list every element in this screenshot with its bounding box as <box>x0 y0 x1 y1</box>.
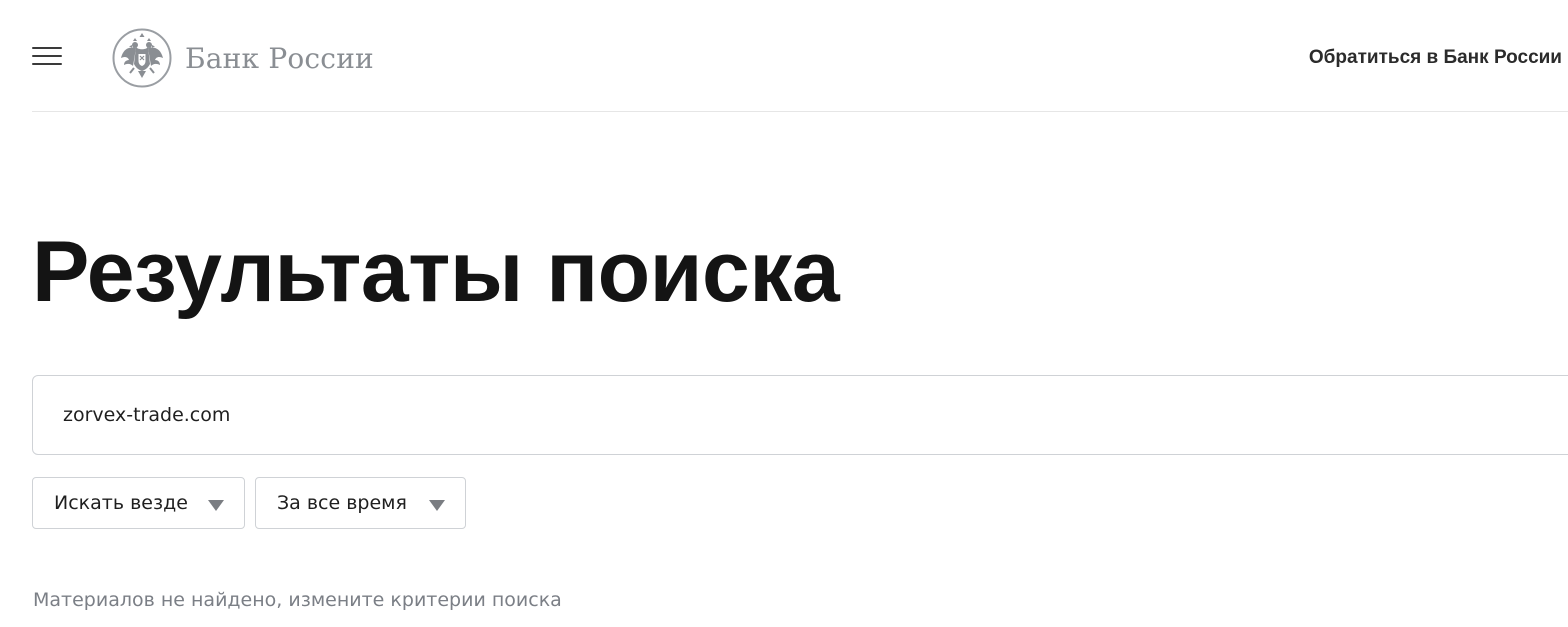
menu-line <box>32 63 62 65</box>
page: Банк России Обратиться в Банк России Рез… <box>0 0 1568 627</box>
bank-logo[interactable]: Банк России <box>112 28 374 88</box>
period-filter-dropdown[interactable]: За все время <box>255 477 466 529</box>
double-headed-eagle-emblem <box>112 28 172 88</box>
caret-down-icon <box>208 500 224 511</box>
scope-filter-dropdown[interactable]: Искать везде <box>32 477 245 529</box>
caret-down-icon <box>429 500 445 511</box>
contact-bank-link[interactable]: Обратиться в Банк России <box>1309 47 1562 69</box>
empty-results-message: Материалов не найдено, измените критерии… <box>33 589 562 611</box>
logo-text: Банк России <box>185 41 374 75</box>
search-input[interactable] <box>63 376 1463 454</box>
period-filter-value: За все время <box>277 492 407 514</box>
menu-line <box>32 55 62 57</box>
scope-filter-value: Искать везде <box>54 492 188 514</box>
hamburger-menu-icon[interactable] <box>32 44 62 68</box>
menu-line <box>32 47 62 49</box>
site-header: Банк России Обратиться в Банк России <box>32 0 1568 112</box>
search-field[interactable] <box>32 375 1568 455</box>
page-title: Результаты поиска <box>32 224 840 320</box>
